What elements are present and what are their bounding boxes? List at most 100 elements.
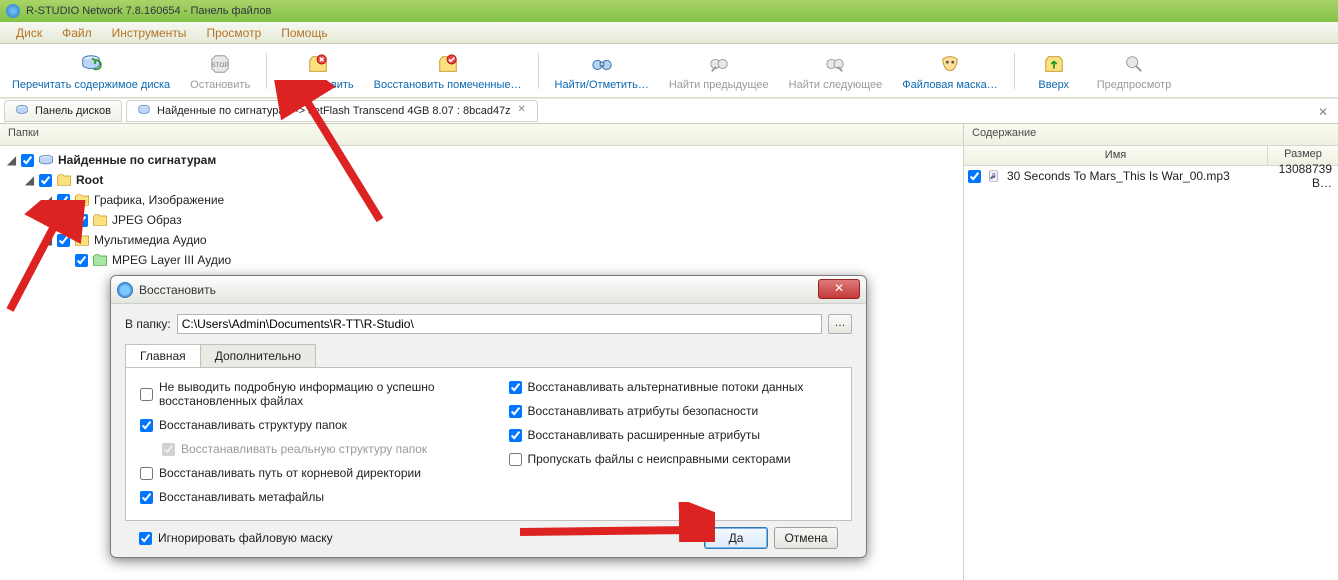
checkbox[interactable] [968,170,981,183]
dialog-title: Восстановить [139,283,216,297]
up-icon [1041,51,1067,77]
app-icon [6,4,20,18]
tree-node-jpeg[interactable]: ◢ JPEG Образ [6,210,957,230]
tab-label: Панель дисков [35,105,111,117]
toolbar-separator [538,53,539,89]
dialog-title-bar[interactable]: Восстановить ✕ [111,276,866,304]
column-name[interactable]: Имя [964,146,1268,165]
opt-restore-real-tree: Восстанавливать реальную структуру папок [140,442,469,456]
ok-button[interactable]: Да [704,527,768,549]
menu-file[interactable]: Файл [52,24,102,42]
tree-node-root[interactable]: ◢ Найденные по сигнатурам [6,150,957,170]
toolbar-separator [1014,53,1015,89]
to-folder-label: В папку: [125,317,171,331]
disk-icon [38,152,54,168]
dialog-tabs: Главная Дополнительно [125,344,852,368]
recover-marked-button[interactable]: Восстановить помеченные… [366,47,530,95]
find-next-icon [822,51,848,77]
tree-label: Графика, Изображение [94,193,224,207]
tree-node-mpeg[interactable]: ◢ MPEG Layer III Аудио [6,250,957,270]
preview-button[interactable]: Предпросмотр [1089,47,1180,95]
opt-alt-streams[interactable]: Восстанавливать альтернативные потоки да… [509,380,838,394]
window-title: R-STUDIO Network 7.8.160654 - Панель фай… [26,5,271,17]
disk-icon [15,103,29,120]
file-size: 13088739 В… [1260,162,1334,190]
opt-skip-bad[interactable]: Пропускать файлы с неисправными секторам… [509,452,838,466]
disk-icon [137,103,151,120]
menu-help[interactable]: Помощь [271,24,337,42]
recover-dialog: Восстановить ✕ В папку: … Главная Дополн… [110,275,867,558]
audio-file-icon [986,168,1002,184]
folders-header: Папки [0,124,963,146]
tree-label: MPEG Layer III Аудио [112,253,231,267]
opt-restore-folders[interactable]: Восстанавливать структуру папок [140,418,469,432]
tree-node-graphics[interactable]: ◢ Графика, Изображение [6,190,957,210]
tree-label: Найденные по сигнатурам [58,153,216,167]
tab-advanced[interactable]: Дополнительно [200,344,316,367]
collapse-icon[interactable]: ◢ [6,155,17,166]
tree-label: Root [76,173,103,187]
checkbox[interactable] [39,174,52,187]
output-folder-input[interactable] [177,314,822,334]
menu-view[interactable]: Просмотр [196,24,271,42]
dialog-body: В папку: … Главная Дополнительно Не выво… [111,304,866,558]
menu-tools[interactable]: Инструменты [102,24,197,42]
toolbar: Перечитать содержимое диска STOP Останов… [0,44,1338,98]
folder-icon [74,192,90,208]
find-next-button[interactable]: Найти следующее [781,47,891,95]
dialog-footer: Игнорировать файловую маску Да Отмена [125,521,852,549]
preview-icon [1121,51,1147,77]
stop-button[interactable]: STOP Остановить [182,47,258,95]
tab-label: Найденные по сигнатурам -> JetFlash Tran… [157,105,511,117]
reread-button[interactable]: Перечитать содержимое диска [4,47,178,95]
checkbox[interactable] [21,154,34,167]
opt-restore-from-root[interactable]: Восстанавливать путь от корневой директо… [140,466,469,480]
find-mark-button[interactable]: Найти/Отметить… [547,47,657,95]
tree-label: Мультимедиа Аудио [94,233,207,247]
collapse-icon[interactable]: ◢ [24,175,35,186]
title-bar: R-STUDIO Network 7.8.160654 - Панель фай… [0,0,1338,22]
menu-disk[interactable]: Диск [6,24,52,42]
panel-close-icon[interactable]: ✕ [1316,105,1330,119]
find-prev-icon [706,51,732,77]
tab-main[interactable]: Главная [125,344,201,367]
options-box: Не выводить подробную информацию о успеш… [125,368,852,521]
stop-icon: STOP [207,51,233,77]
toolbar-separator [266,53,267,89]
options-col-left: Не выводить подробную информацию о успеш… [140,380,469,504]
checkbox[interactable] [75,254,88,267]
tree-node-root2[interactable]: ◢ Root [6,170,957,190]
recover-button[interactable]: Восстановить [275,47,361,95]
recover-icon [305,51,331,77]
opt-restore-meta[interactable]: Восстанавливать метафайлы [140,490,469,504]
checkbox[interactable] [75,214,88,227]
checkbox[interactable] [57,234,70,247]
binoculars-icon [589,51,615,77]
menu-bar: Диск Файл Инструменты Просмотр Помощь [0,22,1338,44]
opt-sec-attrs[interactable]: Восстанавливать атрибуты безопасности [509,404,838,418]
opt-no-verbose[interactable]: Не выводить подробную информацию о успеш… [140,380,469,408]
collapse-icon[interactable]: ◢ [42,195,53,206]
tab-found-files[interactable]: Найденные по сигнатурам -> JetFlash Tran… [126,100,538,122]
close-icon[interactable]: ✕ [517,106,527,116]
recover-marked-icon [435,51,461,77]
file-mask-button[interactable]: Файловая маска… [894,47,1006,95]
checkbox[interactable] [57,194,70,207]
cancel-button[interactable]: Отмена [774,527,838,549]
tree-label: JPEG Образ [112,213,182,227]
contents-header: Содержание [964,124,1338,146]
tab-bar: Панель дисков Найденные по сигнатурам ->… [0,98,1338,124]
folder-icon [56,172,72,188]
up-button[interactable]: Вверх [1023,47,1085,95]
tree-node-mmaudio[interactable]: ◢ Мультимедиа Аудио [6,230,957,250]
collapse-icon[interactable]: ◢ [42,235,53,246]
browse-button[interactable]: … [828,314,852,334]
opt-ext-attrs[interactable]: Восстанавливать расширенные атрибуты [509,428,838,442]
file-row[interactable]: 30 Seconds To Mars_This Is War_00.mp3 13… [964,166,1338,186]
close-button[interactable]: ✕ [818,279,860,299]
svg-text:STOP: STOP [211,61,228,68]
opt-ignore-mask[interactable]: Игнорировать файловую маску [139,531,333,545]
contents-panel: Содержание Имя Размер 30 Seconds To Mars… [964,124,1338,580]
tab-disks-panel[interactable]: Панель дисков [4,100,122,122]
find-prev-button[interactable]: Найти предыдущее [661,47,777,95]
